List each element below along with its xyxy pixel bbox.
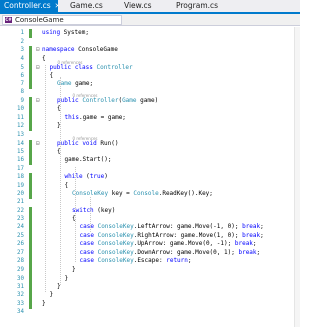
line-number: 10	[17, 106, 24, 112]
change-indicator	[29, 173, 32, 182]
code-line[interactable]: 32}	[0, 291, 300, 300]
code-text: }	[72, 266, 76, 273]
code-text: {	[42, 55, 46, 62]
code-text: case ConsoleKey.LeftArrow: game.Move(-1,…	[79, 223, 264, 230]
code-text: }	[49, 291, 54, 298]
change-indicator	[29, 156, 32, 165]
tab-view-cs[interactable]: View.cs	[120, 0, 170, 12]
line-number: 29	[17, 267, 24, 273]
change-indicator	[29, 122, 32, 131]
code-text: game.Start();	[64, 156, 112, 163]
indent-guide	[60, 77, 61, 285]
project-dropdown[interactable]: C# ConsoleGame	[2, 15, 122, 25]
change-indicator	[29, 105, 32, 114]
codelens-references[interactable]: 0 references	[73, 93, 98, 98]
line-number: 34	[17, 309, 24, 315]
line-number: 24	[17, 224, 24, 230]
line-number: 13	[17, 132, 24, 138]
collapse-icon[interactable]: ⊟	[36, 140, 40, 149]
line-number: 28	[17, 258, 24, 264]
line-number: 8	[20, 89, 25, 95]
code-text: case ConsoleKey.Escape: return;	[79, 257, 192, 264]
close-icon[interactable]: ✕	[55, 2, 58, 10]
code-line[interactable]: 3 ⊟ namespace ConsoleGame	[0, 46, 300, 55]
navigation-bar: C# ConsoleGame	[0, 14, 300, 26]
codelens-references[interactable]: 0 references	[58, 60, 83, 65]
change-indicator	[29, 71, 32, 80]
line-number: 1	[20, 30, 25, 36]
tab-program-cs[interactable]: Program.cs	[172, 0, 232, 12]
line-number: 32	[17, 292, 24, 298]
collapse-icon[interactable]: ⊟	[36, 46, 40, 55]
code-text: using System;	[42, 29, 89, 36]
tab-label: View.cs	[124, 1, 152, 10]
code-line[interactable]: 1 using System;	[0, 29, 300, 38]
code-text: {	[49, 71, 54, 79]
line-number: 14	[17, 140, 24, 147]
indent-guide	[90, 197, 91, 232]
indent-guide	[75, 167, 76, 262]
tab-label: Controller.cs	[4, 1, 51, 10]
vertical-scrollbar[interactable]	[294, 27, 300, 327]
change-indicator	[29, 257, 32, 266]
code-line[interactable]: 4{	[0, 55, 300, 64]
document-tab-bar: Controller.cs ✕ Game.cs View.cs Program.c…	[0, 0, 300, 14]
tab-controller-cs[interactable]: Controller.cs ✕	[0, 0, 58, 12]
change-indicator	[29, 266, 32, 275]
line-number: 16	[17, 157, 24, 163]
code-text: case ConsoleKey.UpArrow: game.Move(0, -1…	[79, 240, 257, 247]
code-text: public void Run()	[57, 139, 119, 147]
change-indicator	[29, 46, 32, 55]
codelens-references[interactable]: 0 references	[73, 136, 98, 141]
line-number: 18	[17, 174, 24, 180]
change-indicator	[29, 240, 32, 249]
code-line[interactable]: 34	[0, 308, 300, 317]
change-indicator	[29, 139, 32, 148]
csharp-file-icon: C#	[5, 17, 12, 23]
tab-label: Program.cs	[176, 1, 219, 10]
code-text: namespace ConsoleGame	[42, 46, 118, 53]
line-number: 6	[20, 72, 25, 79]
code-editor[interactable]: 1 using System; 2 3 ⊟ namespace ConsoleGame 4{…	[0, 27, 300, 327]
project-dropdown-label: ConsoleGame	[15, 16, 64, 24]
line-number: 3	[20, 47, 25, 53]
line-number: 4	[20, 56, 25, 62]
change-indicator	[29, 29, 32, 38]
tab-game-cs[interactable]: Game.cs	[66, 0, 116, 12]
line-number: 21	[17, 199, 24, 205]
change-indicator	[29, 223, 32, 232]
line-number: 26	[17, 241, 24, 247]
line-number: 12	[17, 123, 24, 129]
change-indicator	[29, 291, 32, 300]
indent-guide	[45, 65, 46, 292]
code-text: while (true)	[64, 173, 108, 180]
change-indicator	[29, 55, 32, 64]
tab-label: Game.cs	[70, 1, 103, 10]
